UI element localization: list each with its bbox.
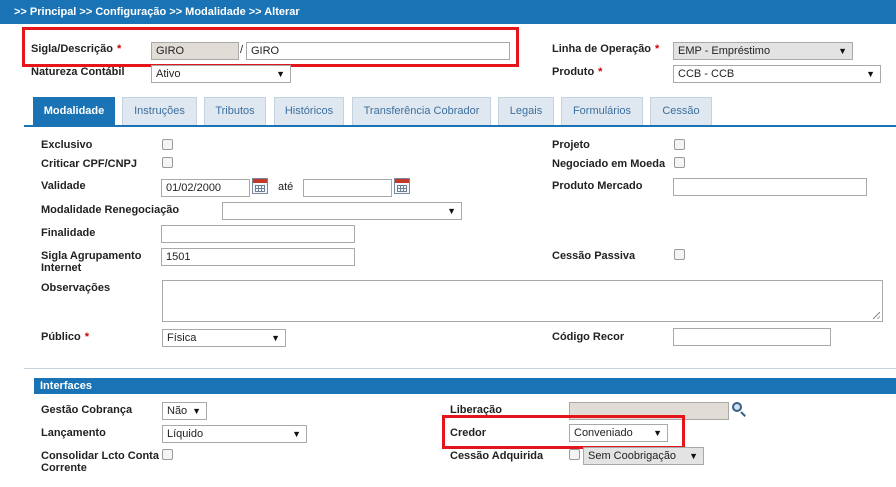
calendar-icon[interactable] <box>252 178 268 194</box>
cessao-adquirida-checkbox[interactable] <box>569 449 580 460</box>
criticar-cpf-cnpj-label: Criticar CPF/CNPJ <box>41 158 137 170</box>
consolidar-lcto-label: Consolidar Lcto Conta <box>41 450 159 462</box>
tab-tributos[interactable]: Tributos <box>204 97 266 125</box>
lancamento-value: Líquido <box>167 428 204 440</box>
chevron-down-icon: ▼ <box>838 46 847 56</box>
linha-operacao-value: EMP - Empréstimo <box>678 45 771 57</box>
highlight-box-sigla <box>22 27 519 67</box>
cessao-passiva-label: Cessão Passiva <box>552 250 636 262</box>
produto-value: CCB - CCB <box>678 68 735 80</box>
publico-label-text: Público <box>41 331 81 343</box>
lancamento-select[interactable]: Líquido ▼ <box>162 425 307 443</box>
tab-modalidade[interactable]: Modalidade <box>33 97 115 125</box>
criticar-cpf-cnpj-checkbox[interactable] <box>162 157 173 168</box>
gestao-cobranca-select[interactable]: Não ▼ <box>162 402 207 420</box>
publico-label: Público * <box>41 331 89 343</box>
tabs-divider <box>24 125 896 127</box>
cessao-passiva-checkbox[interactable] <box>674 249 685 260</box>
sigla-agrupamento-label-2: Internet <box>41 262 82 274</box>
section-divider <box>24 368 896 369</box>
finalidade-label: Finalidade <box>41 227 96 239</box>
required-mark: * <box>655 43 660 55</box>
consolidar-lcto-checkbox[interactable] <box>162 449 173 460</box>
gestao-cobranca-label: Gestão Cobrança <box>41 404 133 416</box>
cessao-adquirida-select[interactable]: Sem Coobrigação ▼ <box>583 447 704 465</box>
natureza-contabil-value: Ativo <box>156 68 181 80</box>
tab-formularios[interactable]: Formulários <box>561 97 643 125</box>
projeto-checkbox[interactable] <box>674 139 685 150</box>
required-mark: * <box>84 331 90 343</box>
search-icon[interactable] <box>732 402 748 418</box>
sigla-agrupamento-input[interactable]: 1501 <box>161 248 355 266</box>
gestao-cobranca-value: Não <box>167 405 188 417</box>
cessao-adquirida-value: Sem Coobrigação <box>588 450 677 462</box>
interfaces-section-title: Interfaces <box>34 378 896 394</box>
breadcrumb: >> Principal >> Configuração >> Modalida… <box>0 0 896 24</box>
finalidade-input[interactable] <box>161 225 355 243</box>
projeto-label: Projeto <box>552 139 590 151</box>
tab-transferencia-cobrador[interactable]: Transferência Cobrador <box>352 97 491 125</box>
chevron-down-icon: ▼ <box>447 206 456 216</box>
observacoes-textarea[interactable] <box>162 280 883 322</box>
consolidar-lcto-label-2: Corrente <box>41 462 87 474</box>
chevron-down-icon: ▼ <box>276 69 285 79</box>
codigo-recor-input[interactable] <box>673 328 831 346</box>
negociado-moeda-label: Negociado em Moeda <box>552 158 666 170</box>
calendar-icon[interactable] <box>394 178 410 194</box>
validade-label: Validade <box>41 180 86 192</box>
publico-value: Física <box>167 332 197 344</box>
validade-to-input[interactable] <box>303 179 392 197</box>
tab-legais[interactable]: Legais <box>498 97 554 125</box>
tab-instrucoes[interactable]: Instruções <box>122 97 197 125</box>
resize-handle-icon[interactable] <box>873 312 880 319</box>
chevron-down-icon: ▼ <box>292 429 301 439</box>
linha-operacao-label: Linha de Operação * <box>552 43 659 55</box>
produto-label-text: Produto <box>552 66 595 78</box>
exclusivo-label: Exclusivo <box>41 139 93 151</box>
produto-select[interactable]: CCB - CCB ▼ <box>673 65 881 83</box>
observacoes-label: Observações <box>41 282 111 294</box>
required-mark: * <box>598 66 603 78</box>
tab-historicos[interactable]: Históricos <box>274 97 344 125</box>
linha-operacao-select[interactable]: EMP - Empréstimo ▼ <box>673 42 853 60</box>
lancamento-label: Lançamento <box>41 427 106 439</box>
natureza-contabil-select[interactable]: Ativo ▼ <box>151 65 291 83</box>
produto-mercado-input[interactable] <box>673 178 867 196</box>
natureza-contabil-label: Natureza Contábil <box>31 66 125 78</box>
chevron-down-icon: ▼ <box>866 69 875 79</box>
chevron-down-icon: ▼ <box>192 406 201 416</box>
exclusivo-checkbox[interactable] <box>162 139 173 150</box>
validade-from-input[interactable]: 01/02/2000 <box>161 179 250 197</box>
codigo-recor-label: Código Recor <box>552 331 625 343</box>
modalidade-renegociacao-select[interactable]: ▼ <box>222 202 462 220</box>
modalidade-renegociacao-label: Modalidade Renegociação <box>41 204 180 216</box>
sigla-agrupamento-label: Sigla Agrupamento <box>41 250 142 262</box>
linha-operacao-label-text: Linha de Operação <box>552 43 652 55</box>
highlight-box-credor <box>442 415 685 449</box>
chevron-down-icon: ▼ <box>689 451 698 461</box>
negociado-moeda-checkbox[interactable] <box>674 157 685 168</box>
ate-label: até <box>278 181 294 193</box>
produto-label: Produto * <box>552 66 602 78</box>
publico-select[interactable]: Física ▼ <box>162 329 286 347</box>
cessao-adquirida-label: Cessão Adquirida <box>450 450 544 462</box>
chevron-down-icon: ▼ <box>271 333 280 343</box>
tab-cessao[interactable]: Cessão <box>650 97 712 125</box>
produto-mercado-label: Produto Mercado <box>552 180 643 192</box>
